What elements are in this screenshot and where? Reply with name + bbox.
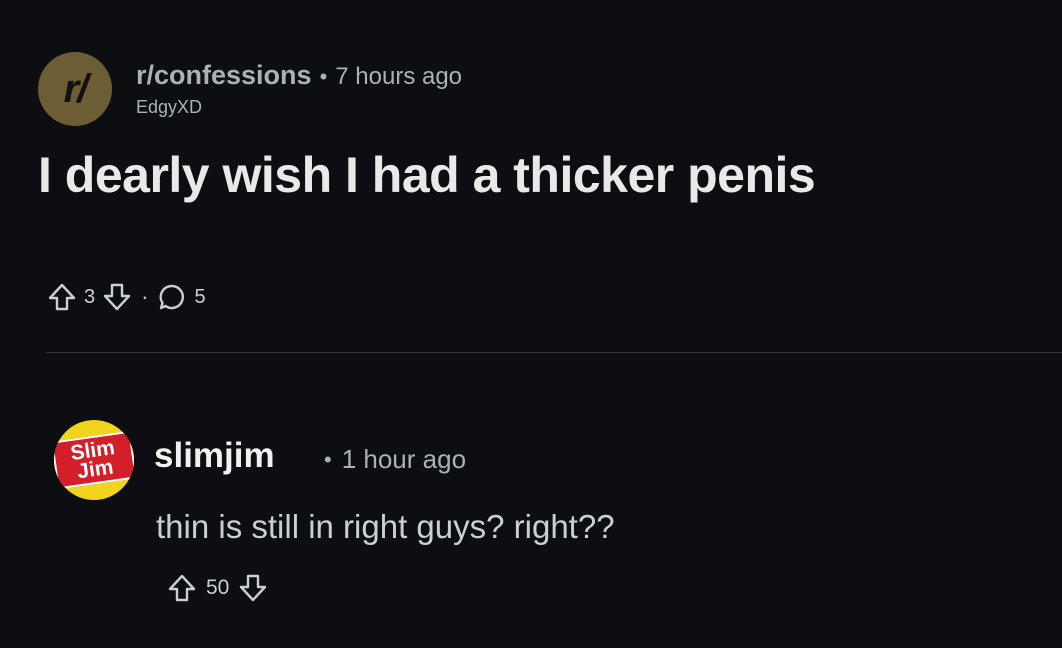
comment-username-link[interactable]: slimjim — [154, 436, 275, 476]
comment-actions: 50 — [166, 572, 269, 604]
upvote-icon[interactable] — [166, 572, 198, 604]
comment-timestamp: 1 hour ago — [341, 444, 467, 474]
comment-icon[interactable] — [156, 281, 188, 313]
comment-meta: • 1 hour ago — [324, 444, 466, 475]
post-actions: 3 · 5 — [46, 281, 212, 313]
comment-count[interactable]: 5 — [194, 286, 205, 309]
meta-separator: • — [319, 64, 328, 89]
subreddit-avatar[interactable]: r/ — [38, 52, 112, 126]
post-meta: r/confessions • 7 hours ago EdgyXD — [136, 60, 462, 118]
comment-meta-separator: • — [324, 446, 332, 472]
post-vote-count: 3 — [84, 285, 96, 308]
downvote-icon[interactable] — [237, 572, 269, 604]
action-separator: · — [141, 284, 149, 309]
slim-jim-logo: Slim Jim — [54, 430, 134, 490]
post-header: r/ r/confessions • 7 hours ago EdgyXD — [38, 52, 462, 126]
post-timestamp: 7 hours ago — [335, 63, 463, 90]
divider — [46, 352, 1062, 353]
post-author-link[interactable]: EdgyXD — [136, 97, 462, 118]
comment-body: thin is still in right guys? right?? — [156, 508, 615, 545]
comment-vote-count: 50 — [206, 576, 230, 599]
downvote-icon[interactable] — [101, 281, 133, 313]
subreddit-name-link[interactable]: r/confessions — [136, 60, 312, 91]
comment-avatar[interactable]: Slim Jim — [54, 420, 134, 500]
post-title[interactable]: I dearly wish I had a thicker penis — [38, 146, 816, 204]
upvote-icon[interactable] — [46, 281, 78, 313]
subreddit-avatar-text: r/ — [63, 66, 89, 111]
